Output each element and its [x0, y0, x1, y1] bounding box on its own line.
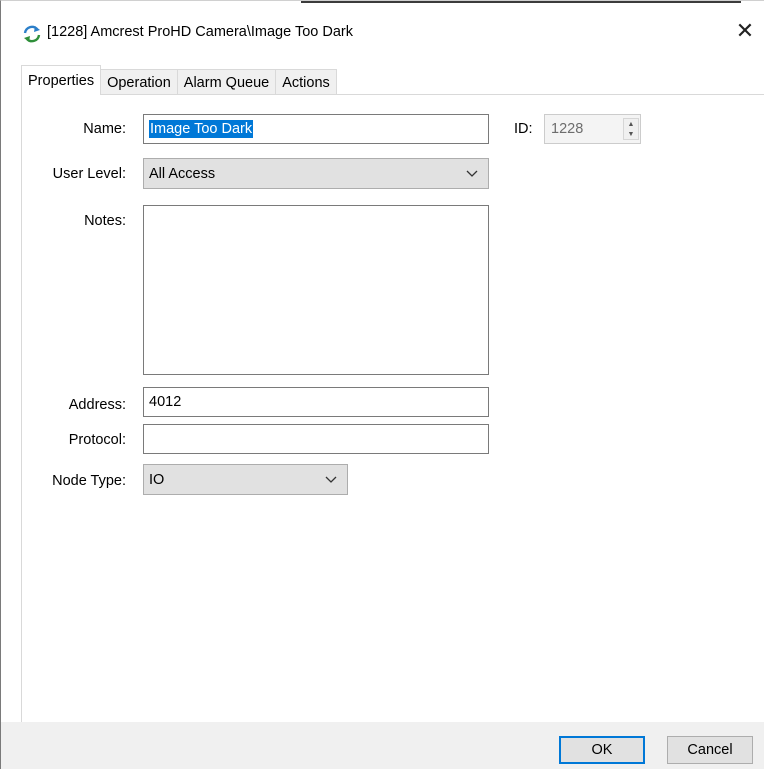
user-level-select[interactable]: All Access — [143, 158, 489, 189]
node-type-value: IO — [149, 471, 165, 488]
window-title: [1228] Amcrest ProHD Camera\Image Too Da… — [47, 24, 353, 40]
dialog-window: [1228] Amcrest ProHD Camera\Image Too Da… — [0, 0, 764, 769]
notes-textarea[interactable] — [143, 205, 489, 375]
protocol-input[interactable] — [143, 424, 489, 454]
node-type-select[interactable]: IO — [143, 464, 348, 495]
protocol-label: Protocol: — [68, 432, 126, 448]
button-bar — [1, 722, 764, 769]
id-label: ID: — [514, 121, 533, 137]
cancel-button[interactable]: Cancel — [667, 736, 753, 764]
node-type-label: Node Type: — [52, 473, 126, 489]
id-value: 1228 — [551, 121, 584, 137]
refresh-arrows-icon — [22, 24, 42, 44]
close-icon: ✕ — [735, 18, 755, 43]
id-spinbox[interactable]: 1228 ▲ ▼ — [544, 114, 641, 144]
chevron-down-icon — [324, 473, 338, 487]
spin-down-icon[interactable]: ▼ — [628, 131, 635, 138]
tab-alarm-queue[interactable]: Alarm Queue — [176, 69, 277, 95]
close-button[interactable]: ✕ — [725, 13, 764, 49]
tab-operation[interactable]: Operation — [100, 69, 178, 95]
name-input-value: Image Too Dark — [149, 120, 254, 138]
user-level-label: User Level: — [52, 166, 126, 182]
address-label: Address: — [68, 397, 126, 413]
user-level-value: All Access — [149, 165, 216, 182]
address-value: 4012 — [149, 394, 182, 410]
spinner-arrows-icon[interactable]: ▲ ▼ — [623, 118, 639, 140]
name-label: Name: — [83, 121, 126, 137]
address-input[interactable]: 4012 — [143, 387, 489, 417]
chevron-down-icon — [465, 167, 479, 181]
spin-up-icon[interactable]: ▲ — [628, 121, 635, 128]
tab-actions[interactable]: Actions — [275, 69, 337, 95]
name-input[interactable]: Image Too Dark — [143, 114, 489, 144]
title-bar[interactable]: [1228] Amcrest ProHD Camera\Image Too Da… — [1, 1, 764, 63]
tab-properties[interactable]: Properties — [21, 65, 102, 95]
ok-button[interactable]: OK — [559, 736, 645, 764]
notes-label: Notes: — [84, 213, 126, 229]
tab-strip: Properties Operation Alarm Queue Actions — [21, 65, 337, 95]
